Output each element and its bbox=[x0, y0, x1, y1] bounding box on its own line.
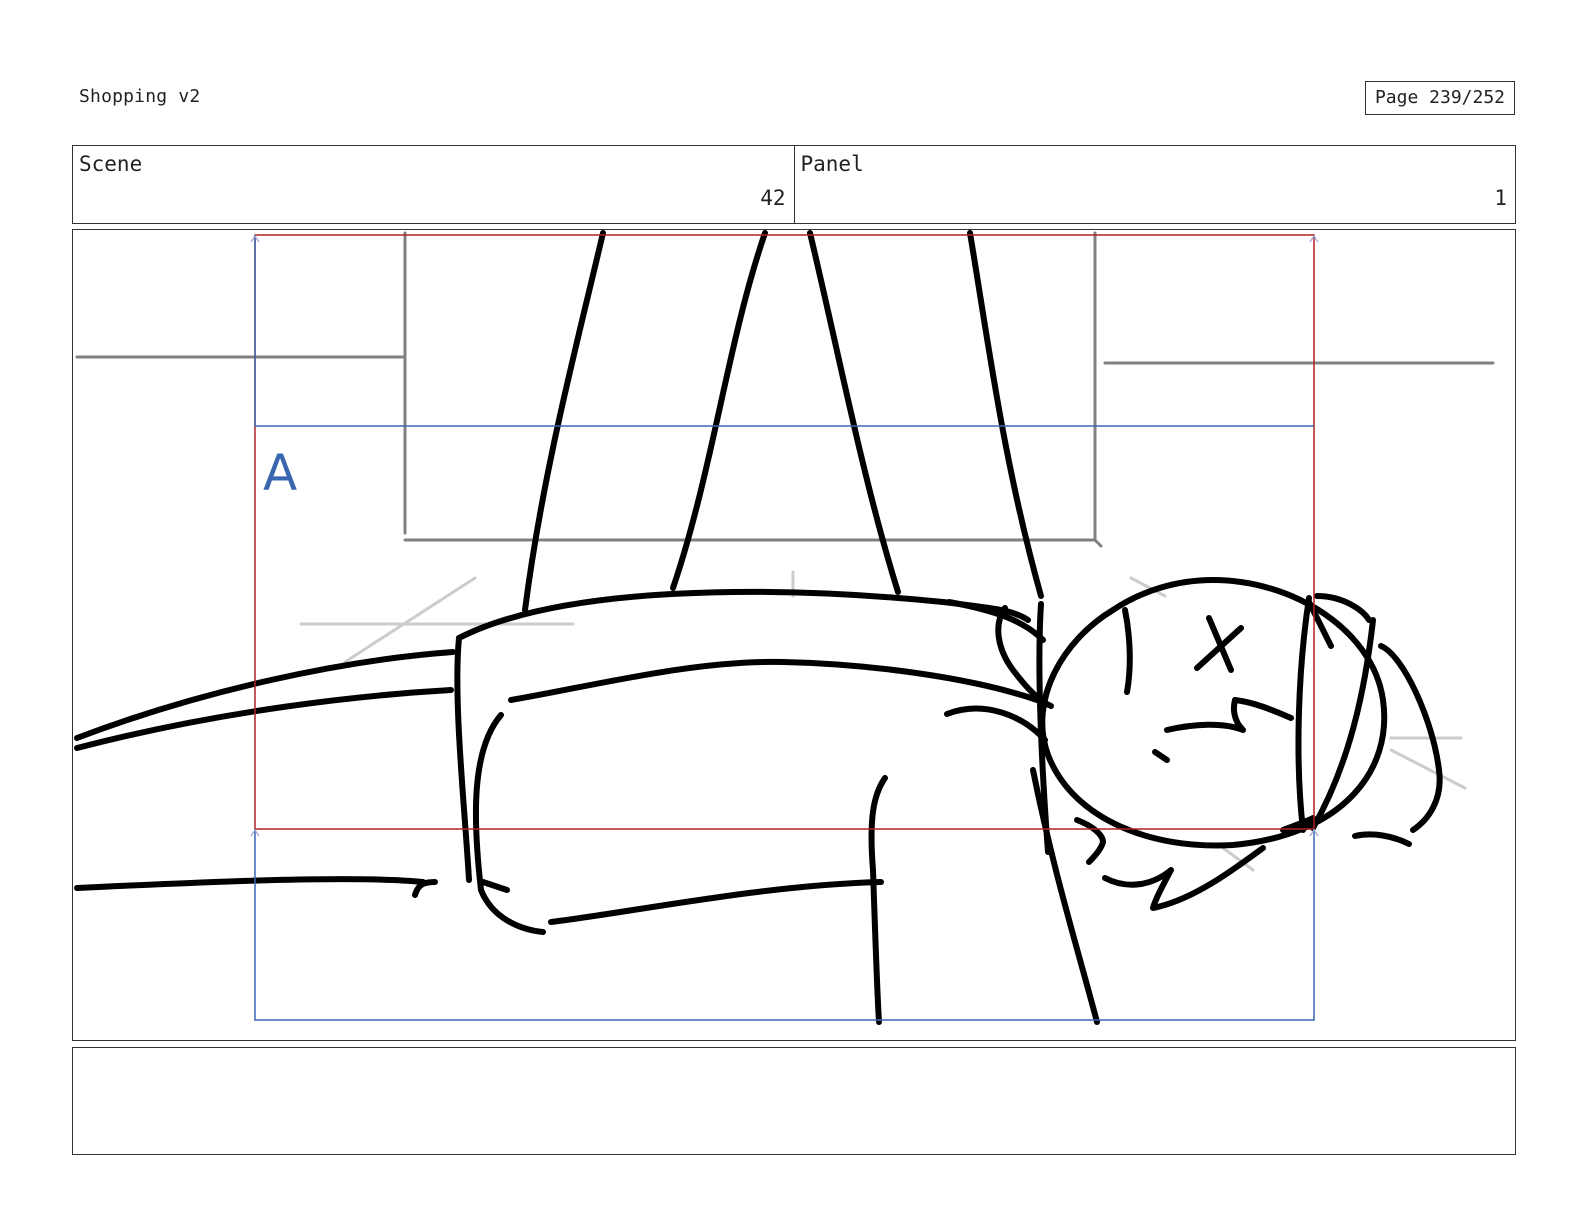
panel-sketch: A bbox=[74, 230, 1495, 1025]
safe-area-marker: A bbox=[263, 444, 297, 502]
scene-number: 42 bbox=[760, 186, 786, 210]
panel-cell: Panel 1 bbox=[793, 146, 1516, 223]
scene-cell: Scene 42 bbox=[73, 146, 794, 223]
panel-notes-box[interactable] bbox=[72, 1047, 1516, 1155]
panel-number: 1 bbox=[1494, 186, 1507, 210]
page-counter: Page 239/252 bbox=[1365, 81, 1515, 115]
title-safe-frame bbox=[254, 234, 1315, 830]
character-sketch bbox=[74, 230, 1443, 1025]
frame-corner-marks bbox=[250, 234, 1319, 837]
storyboard-panel: A bbox=[72, 229, 1516, 1041]
scene-panel-info-row: Scene 42 Panel 1 bbox=[72, 145, 1516, 224]
document-title: Shopping v2 bbox=[79, 86, 201, 107]
scene-label: Scene bbox=[79, 152, 143, 176]
panel-label: Panel bbox=[800, 152, 864, 176]
